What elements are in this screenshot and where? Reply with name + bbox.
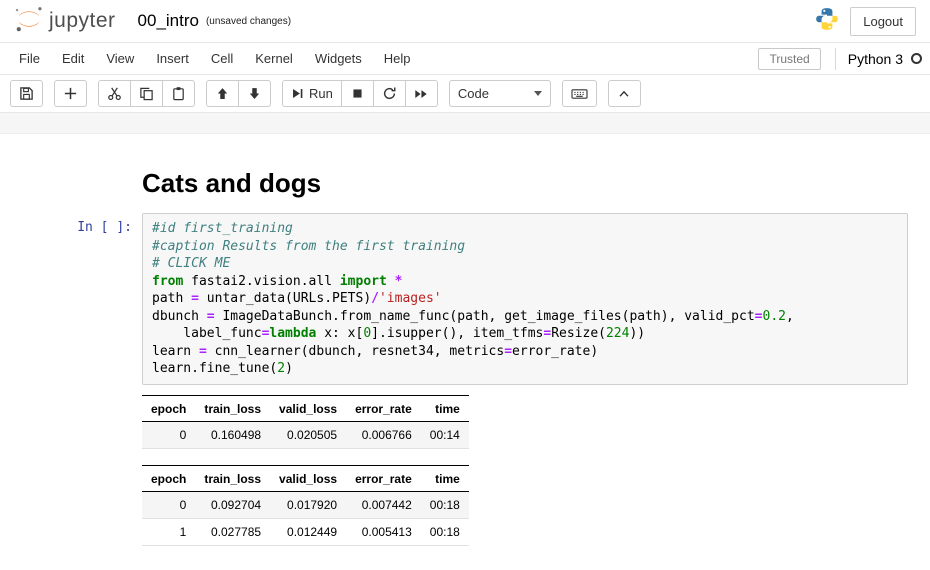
col-header: time — [421, 395, 469, 421]
toolbar: Run Code — [0, 75, 930, 113]
copy-icon — [139, 86, 154, 101]
trusted-badge[interactable]: Trusted — [758, 48, 820, 70]
col-header: error_rate — [346, 465, 421, 491]
menubar-right: Trusted Python 3 — [758, 48, 922, 70]
markdown-prompt — [30, 168, 142, 175]
step-forward-icon — [291, 87, 304, 100]
cell-value: 0 — [142, 491, 195, 518]
menu-help[interactable]: Help — [373, 44, 422, 73]
cell-type-value: Code — [458, 86, 489, 101]
save-button[interactable] — [10, 80, 43, 107]
cell-value: 0.027785 — [195, 518, 270, 545]
add-cell-button[interactable] — [54, 80, 87, 107]
menu-insert[interactable]: Insert — [145, 44, 200, 73]
table-header-row: epoch train_loss valid_loss error_rate t… — [142, 465, 469, 491]
kernel-status-icon — [911, 53, 922, 64]
restart-run-all-button[interactable] — [405, 80, 438, 107]
keyboard-icon — [571, 86, 588, 101]
menu-edit[interactable]: Edit — [51, 44, 95, 73]
stop-icon — [351, 87, 364, 100]
restart-icon — [382, 86, 397, 101]
output-prompt — [30, 395, 142, 402]
scissors-icon — [107, 86, 122, 101]
code-cell[interactable]: In [ ]: #id first_training#caption Resul… — [30, 213, 908, 385]
cut-cells-button[interactable] — [98, 80, 131, 107]
page-title: Cats and dogs — [142, 168, 908, 199]
chevron-down-icon — [534, 91, 542, 96]
menu-kernel[interactable]: Kernel — [244, 44, 304, 73]
menu-cell[interactable]: Cell — [200, 44, 244, 73]
arrow-up-icon — [215, 86, 230, 101]
menu-widgets[interactable]: Widgets — [304, 44, 373, 73]
menubar: File Edit View Insert Cell Kernel Widget… — [0, 42, 930, 75]
restart-kernel-button[interactable] — [373, 80, 406, 107]
menu-view[interactable]: View — [95, 44, 145, 73]
cell-value: 00:18 — [421, 491, 469, 518]
cell-value: 0.006766 — [346, 421, 421, 448]
cell-value: 0.017920 — [270, 491, 346, 518]
col-header: error_rate — [346, 395, 421, 421]
table-row: 1 0.027785 0.012449 0.005413 00:18 — [142, 518, 469, 545]
interrupt-kernel-button[interactable] — [341, 80, 374, 107]
cell-type-dropdown[interactable]: Code — [449, 80, 551, 107]
plus-icon — [63, 86, 78, 101]
cell-value: 0.092704 — [195, 491, 270, 518]
col-header: epoch — [142, 465, 195, 491]
python-logo-icon — [814, 6, 840, 37]
col-header: epoch — [142, 395, 195, 421]
notebook-area: Cats and dogs In [ ]: #id first_training… — [0, 134, 930, 570]
fine-tune-head-results-table: epoch train_loss valid_loss error_rate t… — [142, 395, 469, 449]
paste-cells-button[interactable] — [162, 80, 195, 107]
jupyter-logo-icon — [14, 4, 44, 39]
cell-value: 0.012449 — [270, 518, 346, 545]
menu-file[interactable]: File — [8, 44, 51, 73]
jupyter-logo-text: jupyter — [49, 9, 116, 33]
col-header: valid_loss — [270, 465, 346, 491]
cell-value: 0.020505 — [270, 421, 346, 448]
cell-value: 00:14 — [421, 421, 469, 448]
save-icon — [19, 86, 34, 101]
run-button[interactable]: Run — [282, 80, 342, 107]
cell-value: 0.005413 — [346, 518, 421, 545]
table-row: 0 0.092704 0.017920 0.007442 00:18 — [142, 491, 469, 518]
divider — [835, 48, 836, 70]
notebook-title[interactable]: 00_intro — [138, 11, 199, 31]
kernel-name: Python 3 — [848, 51, 903, 67]
logout-button[interactable]: Logout — [850, 7, 916, 36]
header: jupyter 00_intro (unsaved changes) Logou… — [0, 0, 930, 42]
move-cell-down-button[interactable] — [238, 80, 271, 107]
col-header: train_loss — [195, 395, 270, 421]
run-button-label: Run — [309, 86, 333, 101]
header-shadow-band — [0, 113, 930, 134]
cell-value: 1 — [142, 518, 195, 545]
header-right: Logout — [814, 6, 916, 37]
copy-cells-button[interactable] — [130, 80, 163, 107]
table-header-row: epoch train_loss valid_loss error_rate t… — [142, 395, 469, 421]
arrow-down-icon — [247, 86, 262, 101]
fine-tune-epochs-results-table: epoch train_loss valid_loss error_rate t… — [142, 465, 469, 546]
col-header: train_loss — [195, 465, 270, 491]
input-prompt: In [ ]: — [30, 213, 142, 235]
clipboard-icon — [171, 86, 186, 101]
output-cell: epoch train_loss valid_loss error_rate t… — [30, 395, 908, 562]
markdown-cell[interactable]: Cats and dogs — [30, 168, 908, 199]
fast-forward-icon — [414, 87, 428, 101]
jupyter-logo[interactable]: jupyter — [14, 4, 116, 39]
table-row: 0 0.160498 0.020505 0.006766 00:14 — [142, 421, 469, 448]
col-header: time — [421, 465, 469, 491]
cell-value: 0.007442 — [346, 491, 421, 518]
move-cell-up-button[interactable] — [206, 80, 239, 107]
cell-value: 0.160498 — [195, 421, 270, 448]
chevron-up-icon — [617, 87, 631, 101]
cell-value: 00:18 — [421, 518, 469, 545]
col-header: valid_loss — [270, 395, 346, 421]
code-editor[interactable]: #id first_training#caption Results from … — [142, 213, 908, 385]
checkpoint-status: (unsaved changes) — [206, 16, 291, 27]
cell-value: 0 — [142, 421, 195, 448]
collapse-header-button[interactable] — [608, 80, 641, 107]
command-palette-button[interactable] — [562, 80, 597, 107]
